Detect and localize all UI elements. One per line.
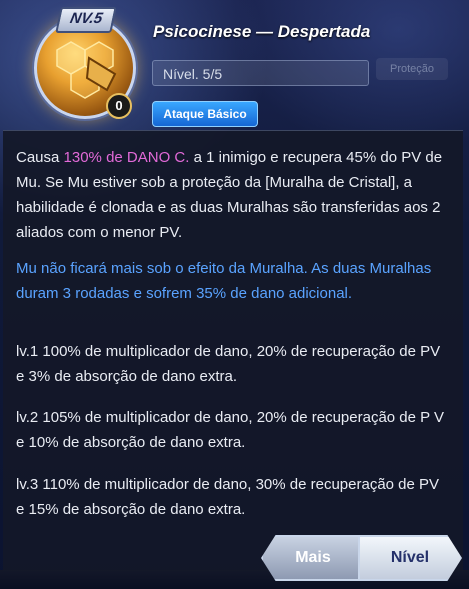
level-1-effect: lv.1 100% de multiplicador de dano, 20% … — [16, 343, 441, 385]
skill-description: Causa 130% de DANO C. a 1 inimigo e recu… — [16, 145, 448, 245]
level-button[interactable]: Nível — [358, 535, 462, 581]
skill-level-display: Nível. 5/5 — [152, 60, 369, 86]
wall-effect-note: Mu não ficará mais sob o efeito da Mural… — [16, 260, 432, 302]
skill-level-badge: NV.5 — [55, 7, 117, 33]
damage-highlight: 130% de DANO C. — [63, 149, 190, 166]
level-2-effect: lv.2 105% de multiplicador de dano, 20% … — [16, 409, 445, 451]
level-3-effect: lv.3 110% de multiplicador de dano, 30% … — [16, 476, 440, 518]
more-button[interactable]: Mais — [261, 535, 365, 581]
skill-title: Psicocinese — Despertada — [153, 22, 371, 41]
skill-type-tag: Ataque Básico — [152, 101, 258, 127]
skill-header: NV.5 0 Psicocinese — Despertada Nível. 5… — [0, 0, 469, 130]
description-part-1: Causa — [16, 149, 64, 166]
skill-description-panel: Causa 130% de DANO C. a 1 inimigo e recu… — [3, 130, 463, 571]
lock-count-badge: 0 — [106, 93, 132, 119]
